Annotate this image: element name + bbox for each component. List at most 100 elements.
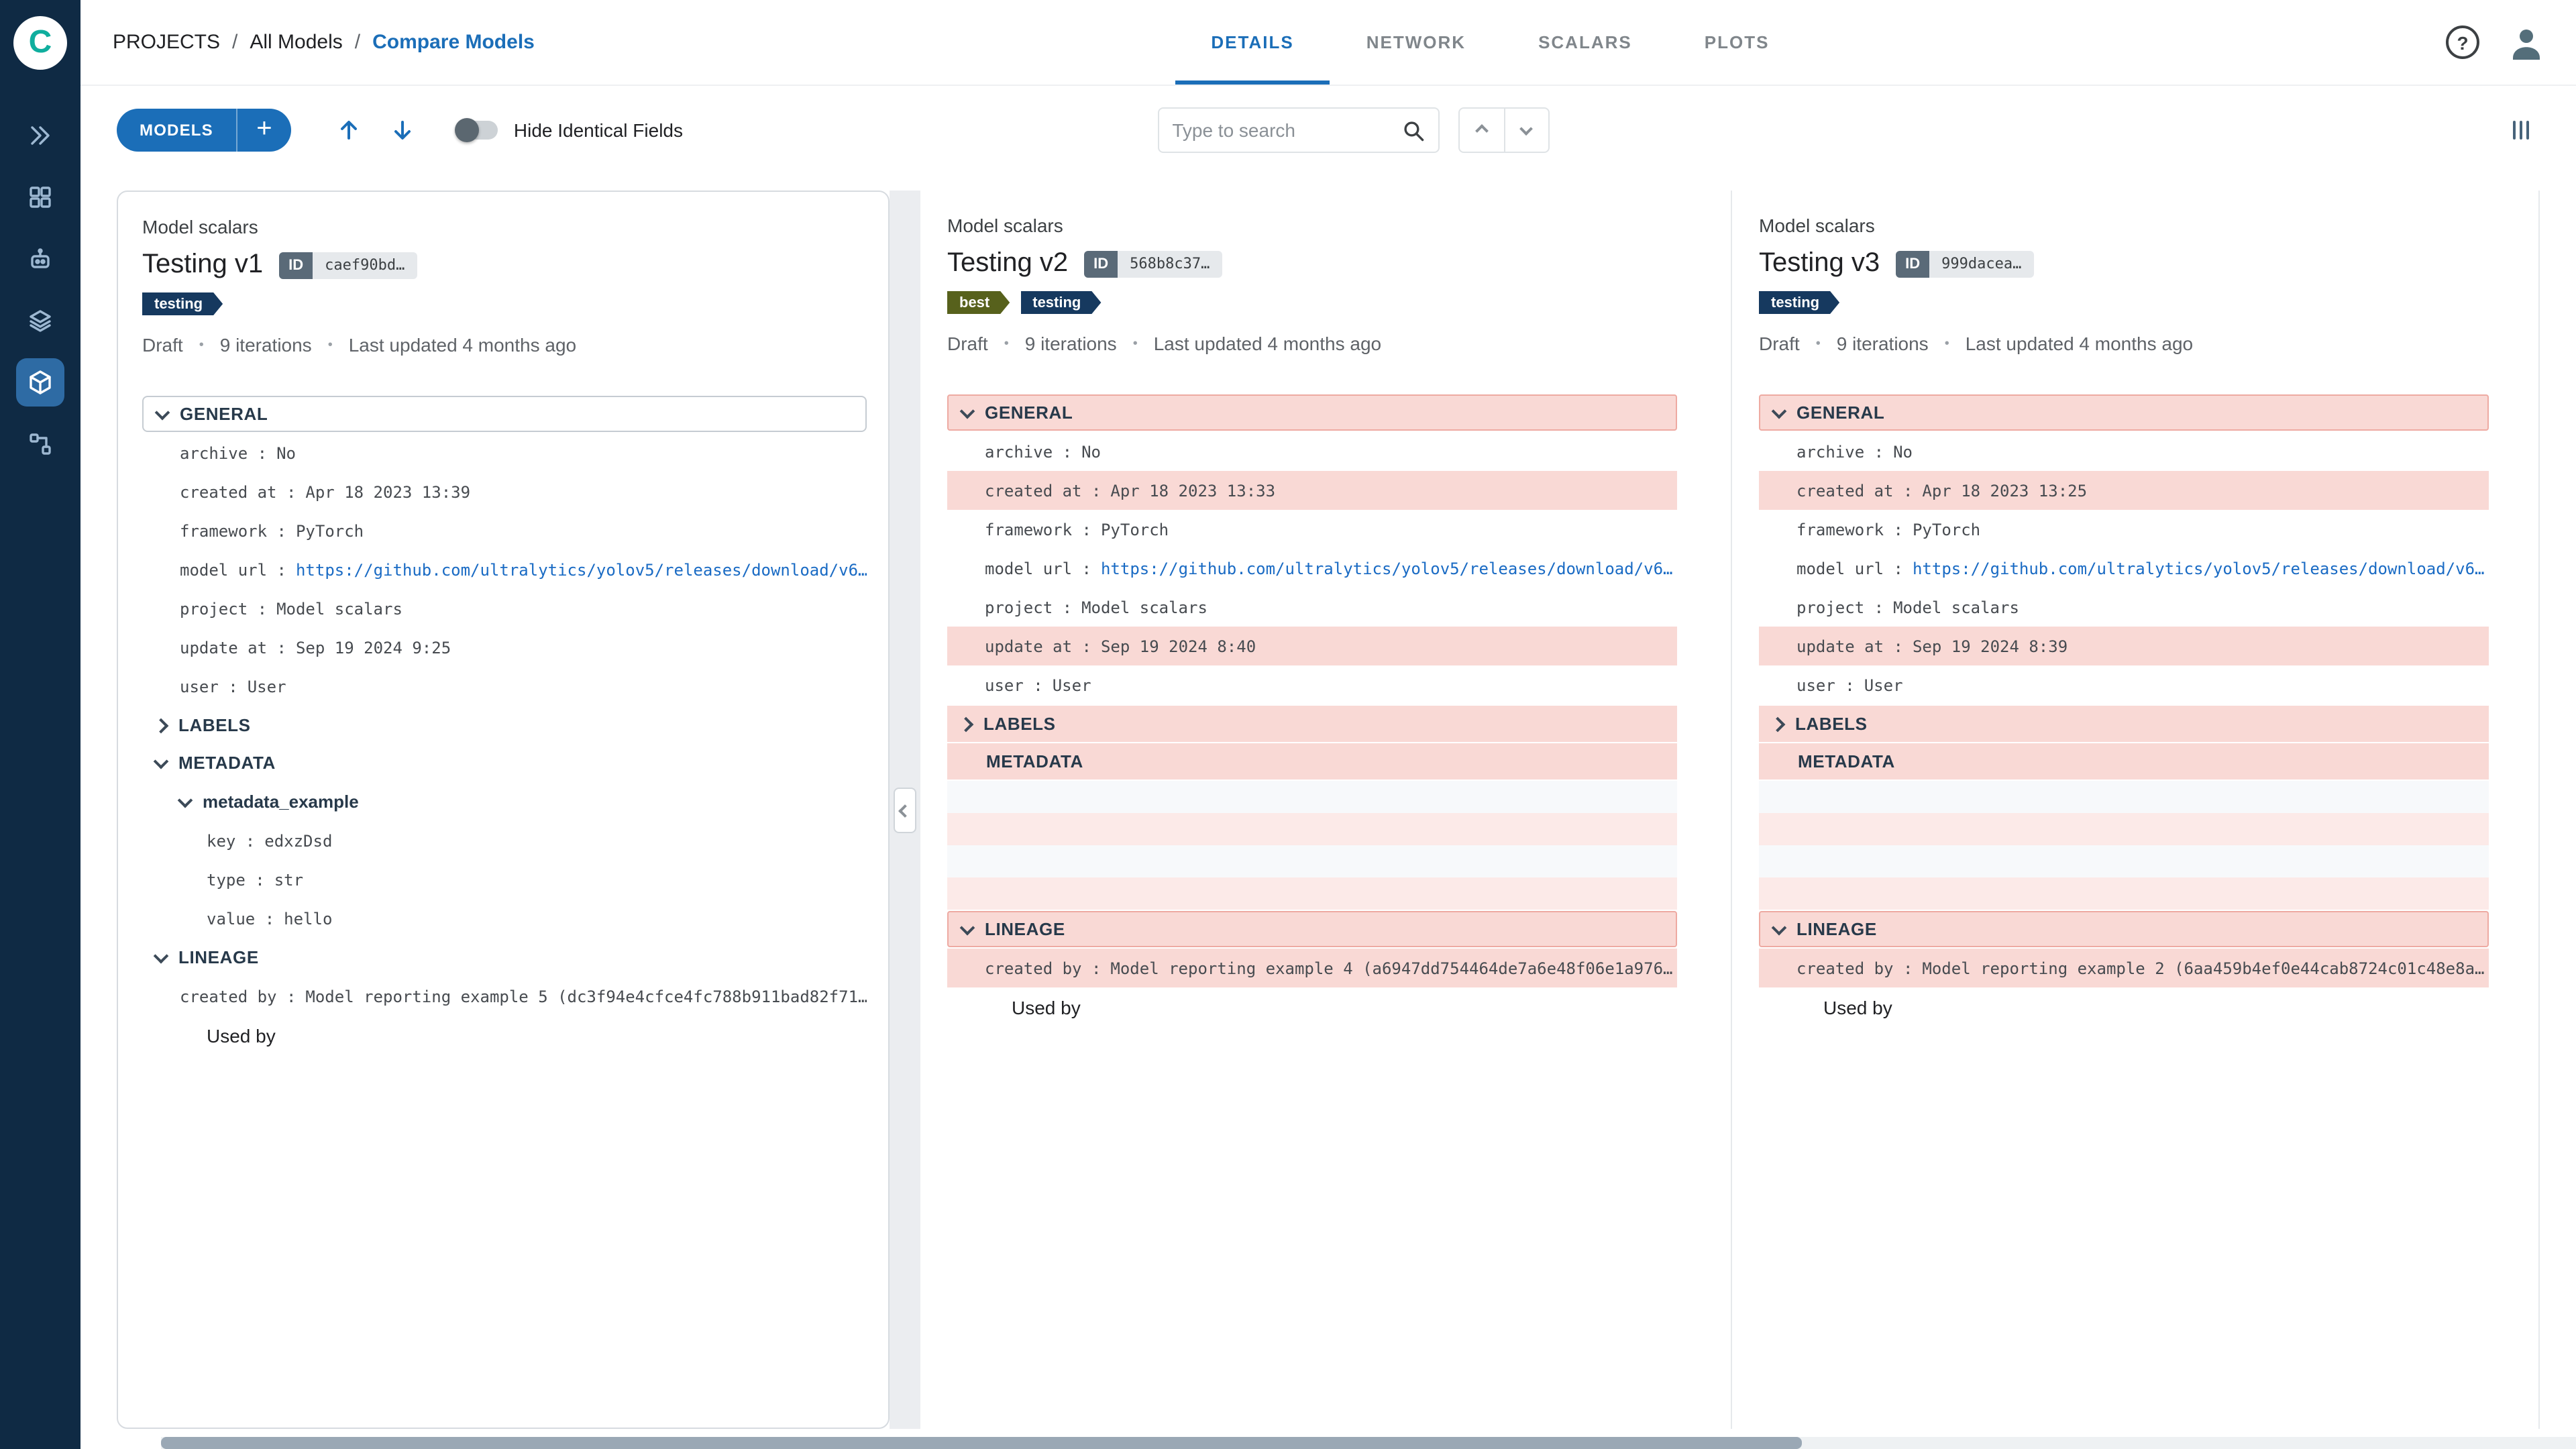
toggle-knob (454, 118, 479, 142)
horizontal-scrollbar[interactable] (161, 1437, 2576, 1449)
section-labels[interactable]: LABELS (142, 707, 867, 743)
nav-layers[interactable] (16, 297, 64, 345)
model-subtitle: Model scalars (142, 216, 258, 237)
model-subtitle: Model scalars (947, 215, 1063, 236)
section-general[interactable]: GENERAL (1759, 394, 2489, 431)
section-general[interactable]: GENERAL (142, 396, 867, 432)
model-url-link[interactable]: https://github.com/ultralytics/yolov5/re… (1101, 559, 1673, 578)
status-line: Draft • 9 iterations • Last updated 4 mo… (1759, 333, 2512, 354)
collapse-panel-button[interactable] (894, 788, 916, 833)
field-key: model url : (1796, 559, 1903, 578)
field-key: created at : (1796, 481, 1913, 500)
field-row: archive : No (142, 433, 867, 472)
breadcrumb-projects[interactable]: PROJECTS (113, 31, 220, 54)
account-button[interactable] (2506, 22, 2546, 62)
tab-plots[interactable]: PLOTS (1668, 0, 1806, 85)
section-labels[interactable]: LABELS (1759, 706, 2489, 742)
status-line: Draft • 9 iterations • Last updated 4 mo… (947, 333, 1704, 354)
section-lineage[interactable]: LINEAGE (142, 939, 867, 975)
tag-best[interactable]: best (947, 291, 1010, 314)
field-value: User (247, 677, 286, 696)
model-url-link[interactable]: https://github.com/ultralytics/yolov5/re… (296, 560, 867, 579)
model-id-badge[interactable]: ID 999dacea… (1896, 250, 2034, 277)
field-row-diff: created by : Model reporting example 2 (6… (1759, 949, 2489, 987)
tab-details[interactable]: DETAILS (1175, 0, 1330, 85)
toggle-label: Hide Identical Fields (513, 119, 683, 141)
field-value: Model reporting example 2 (6aa459b4ef0e4… (1922, 959, 2485, 977)
nav-robot[interactable] (16, 235, 64, 283)
tab-scalars[interactable]: SCALARS (1502, 0, 1668, 85)
models-button[interactable]: MODELS (117, 109, 237, 152)
field-key: created by : (180, 987, 297, 1006)
breadcrumb-all-models[interactable]: All Models (250, 31, 342, 54)
model-id-badge[interactable]: ID 568b8c37… (1084, 250, 1222, 277)
breadcrumb-compare-models[interactable]: Compare Models (372, 31, 535, 54)
search-input[interactable] (1172, 119, 1391, 141)
used-by-label[interactable]: Used by (1759, 987, 2489, 1026)
robot-icon (31, 248, 50, 268)
tag-testing[interactable]: testing (1020, 291, 1101, 314)
field-value: hello (284, 909, 333, 928)
comet-logo[interactable]: C (13, 16, 67, 70)
model-title: Testing v2 (947, 248, 1069, 278)
field-row-diff: update at : Sep 19 2024 8:39 (1759, 627, 2489, 665)
tab-network[interactable]: NETWORK (1330, 0, 1502, 85)
status-state: Draft (1759, 333, 1800, 354)
field-value: Apr 18 2023 13:25 (1922, 481, 2088, 500)
search-zone (1157, 107, 1550, 153)
field-value: Model scalars (276, 599, 402, 618)
field-value: Sep 19 2024 8:39 (1912, 637, 2068, 655)
chevron-up-icon (1474, 123, 1489, 137)
help-button[interactable]: ? (2446, 25, 2479, 59)
field-value: Apr 18 2023 13:33 (1110, 481, 1276, 500)
field-value: edxzDsd (264, 831, 333, 850)
nav-grid[interactable] (16, 173, 64, 221)
tag-testing[interactable]: testing (142, 292, 223, 315)
section-labels[interactable]: LABELS (947, 706, 1677, 742)
pipeline-icon (30, 433, 51, 455)
next-result-button[interactable] (1503, 109, 1548, 152)
section-label: METADATA (986, 751, 1083, 771)
hide-identical-toggle[interactable] (454, 118, 498, 142)
field-row: created at : Apr 18 2023 13:39 (142, 472, 867, 511)
model-title: Testing v1 (142, 250, 264, 279)
tag-testing[interactable]: testing (1759, 291, 1839, 314)
section-metadata[interactable]: METADATA (1759, 743, 2489, 780)
metadata-group[interactable]: metadata_example (142, 782, 867, 821)
top-header: PROJECTS / All Models / Compare Models D… (80, 0, 2576, 86)
nav-pipeline[interactable] (16, 420, 64, 468)
tag-list: testing (142, 292, 861, 315)
chevron-down-icon (177, 792, 193, 808)
field-value: No (1081, 442, 1101, 461)
manage-columns-button[interactable] (2498, 107, 2544, 153)
chevron-down-icon (153, 753, 169, 769)
section-general[interactable]: GENERAL (947, 394, 1677, 431)
section-lineage[interactable]: LINEAGE (1759, 911, 2489, 947)
used-by-label[interactable]: Used by (947, 987, 1677, 1026)
add-model-button[interactable]: + (237, 109, 291, 152)
model-url-link[interactable]: https://github.com/ultralytics/yolov5/re… (1913, 559, 2485, 578)
arrow-down-button[interactable] (380, 107, 425, 153)
horizontal-scrollbar-thumb[interactable] (161, 1437, 1802, 1449)
section-label: LABELS (983, 714, 1056, 734)
arrow-up-button[interactable] (326, 107, 372, 153)
nav-double-chevron[interactable] (16, 111, 64, 160)
id-value: 568b8c37… (1118, 250, 1222, 277)
breadcrumb-separator: / (354, 31, 361, 54)
field-key: type : (207, 870, 265, 889)
id-label: ID (1084, 250, 1118, 277)
section-label: LABELS (178, 715, 251, 735)
section-metadata[interactable]: METADATA (947, 743, 1677, 780)
prev-result-button[interactable] (1459, 109, 1503, 152)
nav-model-registry[interactable] (16, 358, 64, 407)
separator-dot: • (1132, 336, 1138, 351)
used-by-label[interactable]: Used by (142, 1016, 867, 1055)
section-lineage[interactable]: LINEAGE (947, 911, 1677, 947)
search-icon[interactable] (1401, 119, 1424, 142)
section-label: LINEAGE (985, 919, 1065, 939)
model-id-badge[interactable]: ID caef90bd… (279, 252, 417, 278)
field-value: No (1893, 442, 1913, 461)
panel-splitter[interactable] (890, 191, 920, 1429)
chevron-left-icon (898, 804, 912, 817)
section-metadata[interactable]: METADATA (142, 745, 867, 781)
